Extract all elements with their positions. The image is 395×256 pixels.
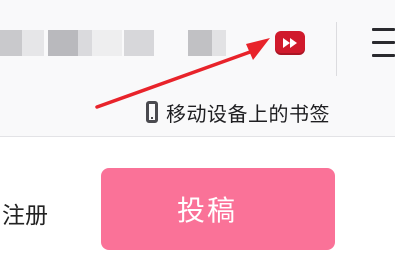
annotation-arrow: [95, 38, 270, 109]
arrow-shaft: [95, 50, 252, 109]
arrow-head: [246, 38, 270, 60]
